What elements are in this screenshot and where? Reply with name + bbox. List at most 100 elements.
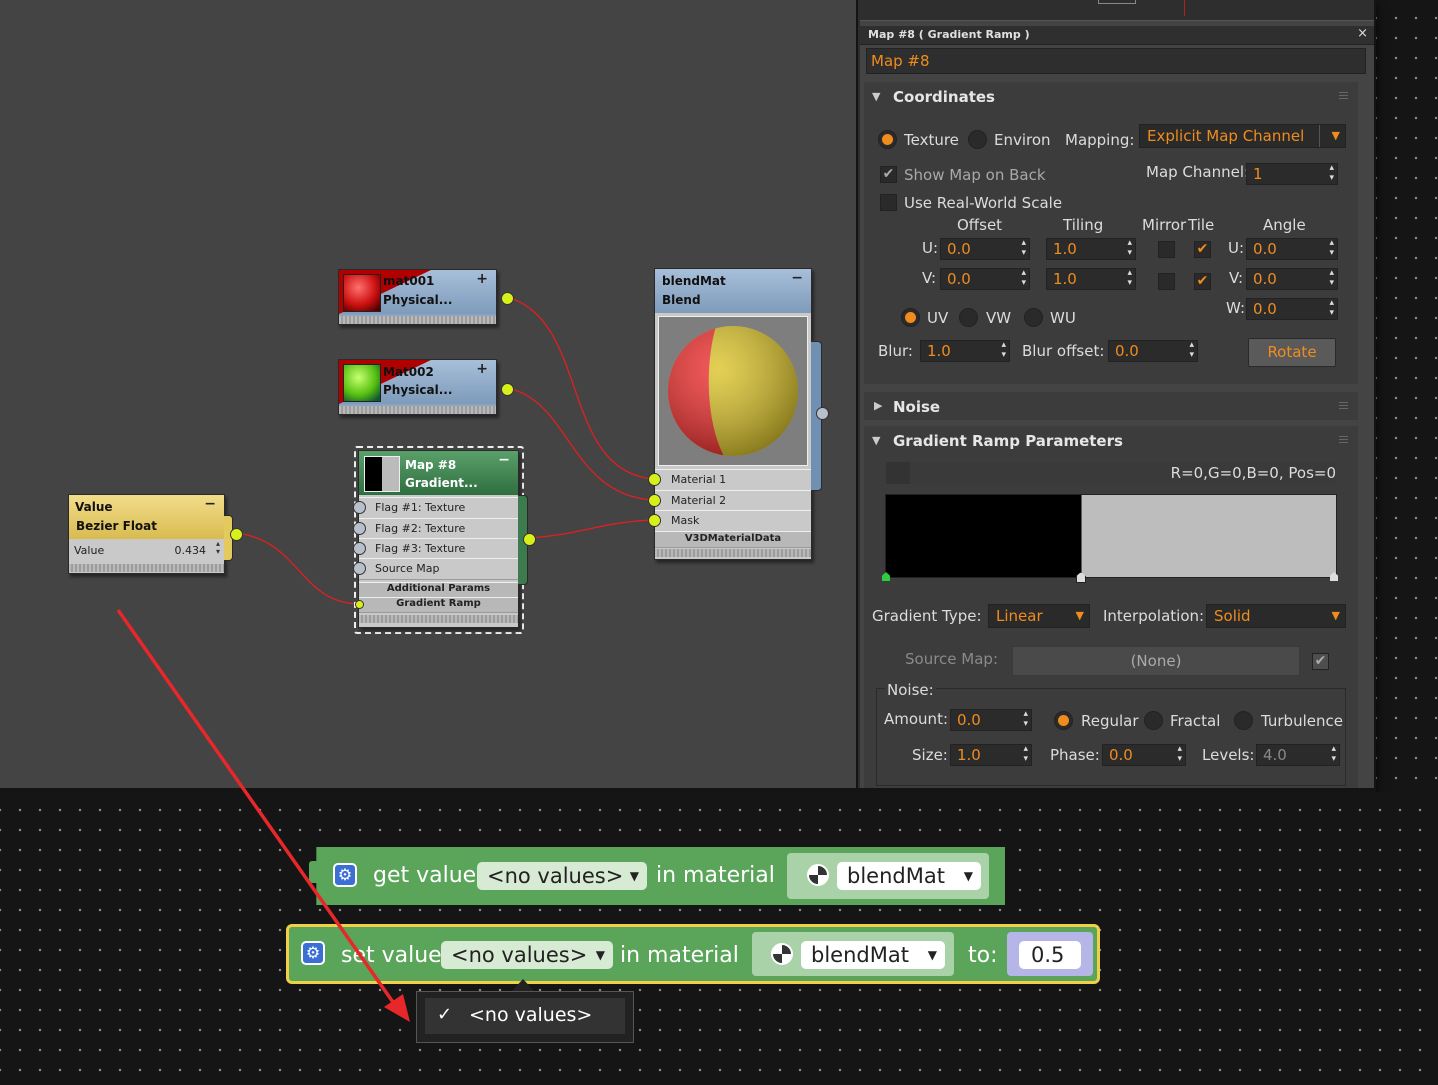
map8-input-flag3[interactable]: Flag #3: Texture — [359, 538, 518, 560]
amount-spinner[interactable]: 0.0 — [950, 709, 1032, 731]
gradient-ramp-title[interactable]: Gradient Ramp Parameters — [893, 432, 1123, 450]
use-real-world-checkbox[interactable] — [880, 194, 897, 211]
get-material-dropdown[interactable]: blendMat ▼ — [837, 862, 981, 890]
value-output-port[interactable] — [230, 528, 243, 541]
mapping-label: Mapping: — [1065, 131, 1135, 149]
levels-spinner[interactable]: 4.0 — [1256, 744, 1340, 766]
value-row-value[interactable]: 0.434 — [175, 544, 207, 557]
port-gradient-ramp[interactable] — [355, 600, 364, 609]
u-angle-spinner[interactable]: 0.0 — [1246, 238, 1338, 260]
blendmat-input-material1[interactable]: Material 1 — [655, 469, 811, 491]
port-sourcemap[interactable] — [353, 562, 366, 575]
uv-label: UV — [927, 309, 949, 327]
rollout-expanded-icon[interactable]: ▼ — [872, 90, 880, 103]
set-value-dropdown[interactable]: <no values> ▼ — [441, 941, 613, 969]
map-name-field[interactable]: Map #8 — [866, 48, 1366, 74]
node-value[interactable]: Value Bezier Float − Value 0.434 ▴ ▾ — [68, 494, 243, 574]
map8-output-port[interactable] — [523, 533, 536, 546]
gradient-type-label: Gradient Type: — [872, 607, 982, 625]
node-map8[interactable]: Map #8 Gradient... − Flag #1: Texture Fl… — [353, 450, 536, 628]
rollout-expanded-icon[interactable]: ▼ — [872, 434, 880, 447]
get-value-dropdown[interactable]: <no values> ▼ — [477, 862, 647, 890]
blendmat-input-mask[interactable]: Mask — [655, 510, 811, 532]
u-tiling-spinner[interactable]: 1.0 — [1046, 238, 1136, 260]
blur-spinner[interactable]: 1.0 — [920, 340, 1010, 362]
node-mat001[interactable]: mat001 Physical... + — [338, 269, 514, 325]
to-value-field[interactable]: 0.5 — [1019, 941, 1081, 969]
mat001-output-port[interactable] — [501, 292, 514, 305]
mat002-name: Mat002 — [383, 365, 434, 379]
minus-icon[interactable]: − — [204, 496, 216, 512]
map8-input-flag2[interactable]: Flag #2: Texture — [359, 518, 518, 540]
environ-radio[interactable] — [968, 130, 987, 149]
gear-icon[interactable]: ⚙ — [333, 863, 357, 887]
gear-icon[interactable]: ⚙ — [301, 941, 325, 965]
node-editor-canvas[interactable]: mat001 Physical... + Mat002 Physical... … — [0, 0, 856, 788]
node-mat002[interactable]: Mat002 Physical... + — [338, 359, 514, 415]
map8-type: Gradient... — [405, 476, 478, 490]
blendmat-input-material2[interactable]: Material 2 — [655, 490, 811, 512]
mat002-output-port[interactable] — [501, 383, 514, 396]
map8-input-flag1[interactable]: Flag #1: Texture — [359, 497, 518, 519]
noise-rollout[interactable]: ▶ Noise — [864, 392, 1358, 420]
set-material-dropdown[interactable]: blendMat ▼ — [801, 941, 945, 969]
set-value-block[interactable]: ⚙ set value <no values> ▼ in material ble… — [286, 924, 1100, 984]
port-flag2[interactable] — [353, 522, 366, 535]
blendmat-section-v3d[interactable]: V3DMaterialData — [655, 531, 811, 548]
interpolation-dropdown[interactable]: Solid ▼ — [1206, 604, 1346, 628]
rotate-button[interactable]: Rotate — [1248, 338, 1336, 367]
map8-section-additional[interactable]: Additional Params — [359, 582, 518, 598]
port-flag1[interactable] — [353, 501, 366, 514]
minus-icon[interactable]: − — [791, 270, 803, 286]
spinner-icon[interactable]: ▴ ▾ — [216, 540, 220, 556]
map8-input-sourcemap[interactable]: Source Map — [359, 558, 518, 580]
fractal-radio[interactable] — [1144, 711, 1163, 730]
mat002-preview-thumb — [343, 364, 381, 402]
v-tiling-spinner[interactable]: 1.0 — [1046, 268, 1136, 290]
regular-radio[interactable] — [1054, 711, 1073, 730]
plus-icon[interactable]: + — [476, 271, 488, 287]
u-offset-spinner[interactable]: 0.0 — [940, 238, 1030, 260]
offset-header: Offset — [957, 216, 1003, 234]
wu-radio[interactable] — [1024, 308, 1043, 327]
show-map-on-back-checkbox[interactable]: ✔ — [880, 166, 897, 183]
v-mirror-checkbox[interactable] — [1158, 273, 1175, 290]
source-map-button[interactable]: (None) — [1012, 646, 1300, 676]
panel-titlebar[interactable]: Map #8 ( Gradient Ramp ) × — [860, 26, 1374, 45]
source-map-checkbox[interactable]: ✔ — [1312, 653, 1329, 670]
gradient-readout: R=0,G=0,B=0, Pos=0 — [1170, 464, 1336, 482]
vw-radio[interactable] — [959, 308, 978, 327]
blendmat-output-port[interactable] — [816, 407, 829, 420]
map8-section-gradient[interactable]: Gradient Ramp — [359, 597, 518, 613]
port-material1[interactable] — [648, 473, 661, 486]
node-blendmat[interactable]: blendMat Blend − Material 1 Material 2 M… — [648, 268, 829, 560]
blur-label: Blur: — [878, 342, 913, 360]
blur-offset-spinner[interactable]: 0.0 — [1108, 340, 1198, 362]
get-value-block[interactable]: ⚙ get value <no values> ▼ in material ble… — [309, 847, 1005, 905]
mapping-dropdown-divider — [1319, 125, 1320, 147]
v-offset-spinner[interactable]: 0.0 — [940, 268, 1030, 290]
chevron-down-icon: ▼ — [629, 869, 639, 883]
size-spinner[interactable]: 1.0 — [950, 744, 1032, 766]
map-channel-spinner[interactable]: 1 — [1246, 163, 1338, 185]
turbulence-radio[interactable] — [1234, 711, 1253, 730]
uv-radio[interactable] — [901, 308, 920, 327]
plus-icon[interactable]: + — [476, 361, 488, 377]
gradient-type-dropdown[interactable]: Linear ▼ — [988, 604, 1090, 628]
texture-radio[interactable] — [878, 130, 897, 149]
minus-icon[interactable]: − — [498, 452, 510, 468]
v-tile-checkbox[interactable]: ✔ — [1194, 273, 1211, 290]
port-material2[interactable] — [648, 494, 661, 507]
coordinates-title[interactable]: Coordinates — [893, 88, 995, 106]
port-mask[interactable] — [648, 514, 661, 527]
close-icon[interactable]: × — [1357, 26, 1368, 41]
u-mirror-checkbox[interactable] — [1158, 241, 1175, 258]
v-angle-spinner[interactable]: 0.0 — [1246, 268, 1338, 290]
gradient-ramp-preview[interactable] — [885, 494, 1337, 578]
menu-item-no-values[interactable]: ✓ <no values> — [425, 998, 625, 1034]
port-flag3[interactable] — [353, 542, 366, 555]
phase-spinner[interactable]: 0.0 — [1102, 744, 1186, 766]
u-tile-checkbox[interactable]: ✔ — [1194, 241, 1211, 258]
mapping-dropdown[interactable]: Explicit Map Channel ▼ — [1139, 124, 1346, 148]
w-angle-spinner[interactable]: 0.0 — [1246, 298, 1338, 320]
